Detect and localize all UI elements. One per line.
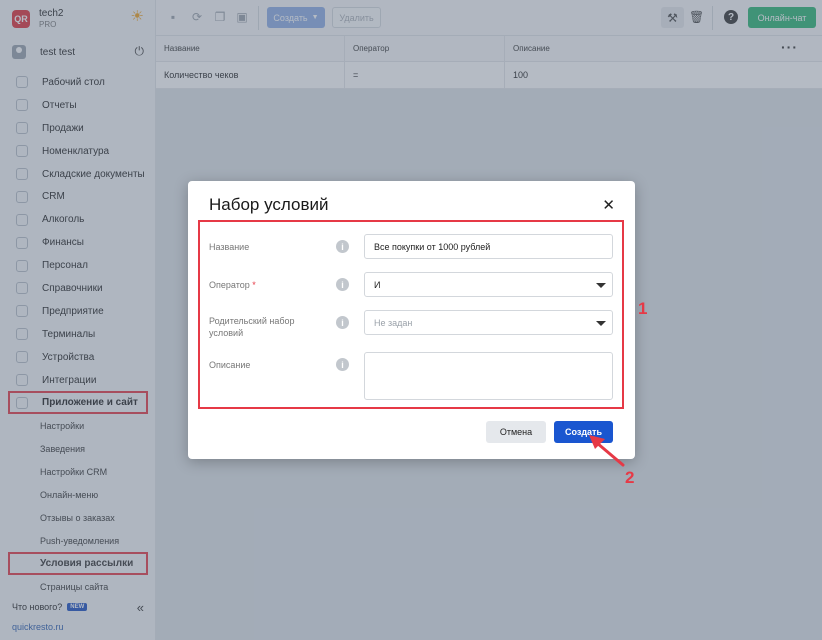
form-row-parent: Родительский набор условий i Не задан	[209, 310, 614, 338]
dialog-title: Набор условий	[209, 195, 329, 214]
chevron-down-icon	[596, 321, 606, 326]
operator-label: Оператор *	[209, 279, 319, 291]
form-row-description: Описание i	[209, 352, 614, 400]
description-label: Описание	[209, 360, 251, 370]
chevron-down-icon	[596, 283, 606, 288]
description-textarea[interactable]	[364, 352, 613, 400]
form-row-operator: Оператор * i И	[209, 272, 614, 297]
parent-placeholder: Не задан	[374, 317, 413, 328]
close-icon[interactable]: ✕	[602, 198, 615, 213]
parent-label: Родительский набор условий	[209, 316, 295, 338]
info-icon[interactable]: i	[336, 278, 349, 291]
annotation-arrow	[589, 435, 625, 467]
info-icon[interactable]: i	[336, 358, 349, 371]
form-row-name: Название i Все покупки от 1000 рублей	[209, 234, 614, 259]
cancel-button[interactable]: Отмена	[486, 421, 546, 443]
condition-set-dialog: Набор условий ✕ Название i Все покупки о…	[188, 181, 635, 459]
required-mark: *	[252, 280, 256, 290]
info-icon[interactable]: i	[336, 316, 349, 329]
operator-selected-value: И	[374, 279, 381, 290]
annotation-number-1: 1	[638, 299, 648, 318]
name-label: Название	[209, 242, 250, 252]
info-icon[interactable]: i	[336, 240, 349, 253]
parent-select[interactable]: Не задан	[364, 310, 613, 335]
operator-select[interactable]: И	[364, 272, 613, 297]
name-input[interactable]: Все покупки от 1000 рублей	[364, 234, 613, 259]
operator-label-text: Оператор	[209, 280, 250, 290]
